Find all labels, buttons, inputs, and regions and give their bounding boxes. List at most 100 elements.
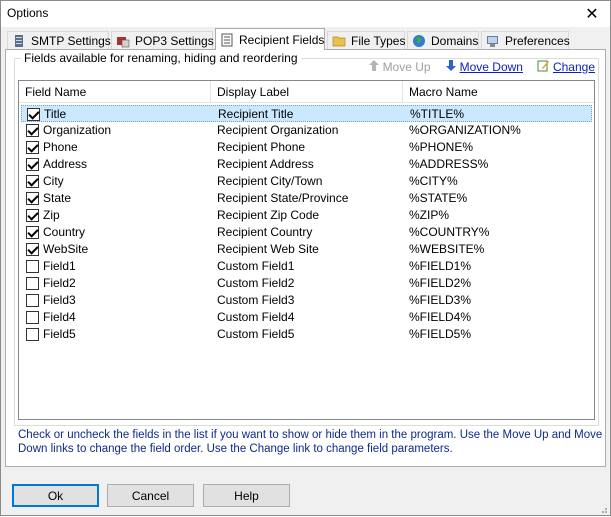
field-name-cell: Zip bbox=[43, 208, 60, 222]
field-name-cell: Field4 bbox=[43, 310, 76, 324]
table-row[interactable]: State Recipient State/Province %STATE% bbox=[21, 190, 592, 207]
row-checkbox[interactable] bbox=[26, 243, 39, 256]
macro-name-cell: %TITLE% bbox=[410, 107, 465, 121]
macro-name-cell: %STATE% bbox=[409, 191, 468, 205]
tab-label: POP3 Settings bbox=[135, 34, 214, 48]
change-link[interactable]: Change bbox=[537, 59, 595, 75]
display-label-cell: Custom Field2 bbox=[217, 276, 295, 290]
row-checkbox[interactable] bbox=[26, 141, 39, 154]
arrow-up-icon bbox=[368, 59, 380, 75]
display-label-cell: Recipient City/Town bbox=[217, 174, 323, 188]
table-row[interactable]: Organization Recipient Organization %ORGAN… bbox=[21, 122, 592, 139]
tab-recipient-fields[interactable]: Recipient Fields bbox=[215, 28, 325, 50]
cancel-button[interactable]: Cancel bbox=[107, 484, 194, 507]
resize-grip-icon[interactable] bbox=[598, 503, 608, 513]
move-down-label: Move Down bbox=[459, 60, 523, 74]
tab-label: File Types bbox=[351, 34, 406, 48]
column-header-display-label[interactable]: Display Label bbox=[211, 81, 403, 103]
tab-label: SMTP Settings bbox=[31, 34, 111, 48]
arrow-down-icon bbox=[445, 59, 457, 75]
row-checkbox[interactable] bbox=[26, 175, 39, 188]
table-row[interactable]: Zip Recipient Zip Code %ZIP% bbox=[21, 207, 592, 224]
table-row[interactable]: Title Recipient Title %TITLE% bbox=[21, 105, 592, 122]
display-label-cell: Custom Field4 bbox=[217, 310, 295, 324]
field-name-cell: Title bbox=[44, 107, 67, 121]
edit-icon bbox=[537, 59, 550, 75]
tab-pop3-settings[interactable]: POP3 Settings bbox=[111, 31, 214, 50]
row-checkbox[interactable] bbox=[26, 260, 39, 273]
macro-name-cell: %FIELD4% bbox=[409, 310, 472, 324]
macro-name-cell: %ORGANIZATION% bbox=[409, 123, 521, 137]
help-button[interactable]: Help bbox=[203, 484, 290, 507]
table-row[interactable]: Field4 Custom Field4 %FIELD4% bbox=[21, 309, 592, 326]
tab-label: Domains bbox=[431, 34, 479, 48]
column-header-field-name[interactable]: Field Name bbox=[19, 81, 211, 103]
field-name-cell: Phone bbox=[43, 140, 78, 154]
field-name-cell: Organization bbox=[43, 123, 112, 137]
title-bar[interactable]: Options ✕ bbox=[1, 1, 610, 27]
macro-name-cell: %FIELD1% bbox=[409, 259, 472, 273]
server-icon bbox=[12, 34, 26, 48]
display-label-cell: Recipient State/Province bbox=[217, 191, 349, 205]
row-checkbox[interactable] bbox=[26, 277, 39, 290]
macro-name-cell: %FIELD2% bbox=[409, 276, 472, 290]
tab-smtp-settings[interactable]: SMTP Settings bbox=[7, 31, 111, 50]
display-label-cell: Recipient Address bbox=[217, 157, 314, 171]
document-icon bbox=[220, 33, 234, 47]
macro-name-cell: %FIELD5% bbox=[409, 327, 472, 341]
move-down-link[interactable]: Move Down bbox=[445, 59, 523, 75]
table-row[interactable]: Field5 Custom Field5 %FIELD5% bbox=[21, 326, 592, 343]
globe-icon bbox=[412, 34, 426, 48]
list-header: Field Name Display Label Macro Name bbox=[19, 81, 594, 103]
window-title: Options bbox=[7, 6, 49, 20]
preferences-icon bbox=[486, 34, 500, 48]
display-label-cell: Recipient Title bbox=[218, 107, 294, 121]
close-button[interactable]: ✕ bbox=[574, 1, 610, 27]
fields-listview[interactable]: Field Name Display Label Macro Name Titl… bbox=[18, 80, 595, 420]
table-row[interactable]: Field1 Custom Field1 %FIELD1% bbox=[21, 258, 592, 275]
field-name-cell: WebSite bbox=[43, 242, 89, 256]
table-row[interactable]: WebSite Recipient Web Site %WEBSITE% bbox=[21, 241, 592, 258]
help-text: Check or uncheck the fields in the list … bbox=[18, 429, 603, 455]
row-checkbox[interactable] bbox=[26, 124, 39, 137]
tab-label: Preferences bbox=[505, 34, 570, 48]
row-checkbox[interactable] bbox=[26, 311, 39, 324]
move-up-label: Move Up bbox=[382, 60, 431, 74]
field-name-cell: Field1 bbox=[43, 259, 76, 273]
macro-name-cell: %ADDRESS% bbox=[409, 157, 489, 171]
table-row[interactable]: Country Recipient Country %COUNTRY% bbox=[21, 224, 592, 241]
table-row[interactable]: City Recipient City/Town %CITY% bbox=[21, 173, 592, 190]
tab-preferences[interactable]: Preferences bbox=[481, 31, 570, 50]
table-row[interactable]: Address Recipient Address %ADDRESS% bbox=[21, 156, 592, 173]
field-actions: Move Up Move Down Change bbox=[368, 59, 595, 75]
tab-domains[interactable]: Domains bbox=[407, 31, 479, 50]
tab-panel: Fields available for renaming, hiding an… bbox=[5, 49, 606, 467]
table-row[interactable]: Phone Recipient Phone %PHONE% bbox=[21, 139, 592, 156]
column-header-macro-name[interactable]: Macro Name bbox=[403, 81, 594, 103]
table-row[interactable]: Field2 Custom Field2 %FIELD2% bbox=[21, 275, 592, 292]
group-label: Fields available for renaming, hiding an… bbox=[21, 51, 301, 65]
row-checkbox[interactable] bbox=[26, 328, 39, 341]
row-checkbox[interactable] bbox=[26, 158, 39, 171]
field-name-cell: City bbox=[43, 174, 64, 188]
field-name-cell: State bbox=[43, 191, 72, 205]
display-label-cell: Custom Field3 bbox=[217, 293, 295, 307]
display-label-cell: Recipient Phone bbox=[217, 140, 306, 154]
tab-file-types[interactable]: File Types bbox=[327, 31, 405, 50]
field-name-cell: Country bbox=[43, 225, 86, 239]
row-checkbox[interactable] bbox=[26, 209, 39, 222]
macro-name-cell: %PHONE% bbox=[409, 140, 474, 154]
display-label-cell: Recipient Country bbox=[217, 225, 313, 239]
field-name-cell: Field5 bbox=[43, 327, 76, 341]
display-label-cell: Recipient Zip Code bbox=[217, 208, 320, 222]
ok-button[interactable]: Ok bbox=[12, 484, 99, 507]
row-checkbox[interactable] bbox=[26, 192, 39, 205]
row-checkbox[interactable] bbox=[26, 226, 39, 239]
options-dialog: Options ✕ SMTP Settings POP3 Settings Re… bbox=[0, 0, 611, 516]
table-row[interactable]: Field3 Custom Field3 %FIELD3% bbox=[21, 292, 592, 309]
display-label-cell: Recipient Organization bbox=[217, 123, 339, 137]
change-label: Change bbox=[552, 60, 595, 74]
row-checkbox[interactable] bbox=[26, 294, 39, 307]
row-checkbox[interactable] bbox=[27, 108, 40, 121]
move-up-link[interactable]: Move Up bbox=[368, 59, 431, 75]
